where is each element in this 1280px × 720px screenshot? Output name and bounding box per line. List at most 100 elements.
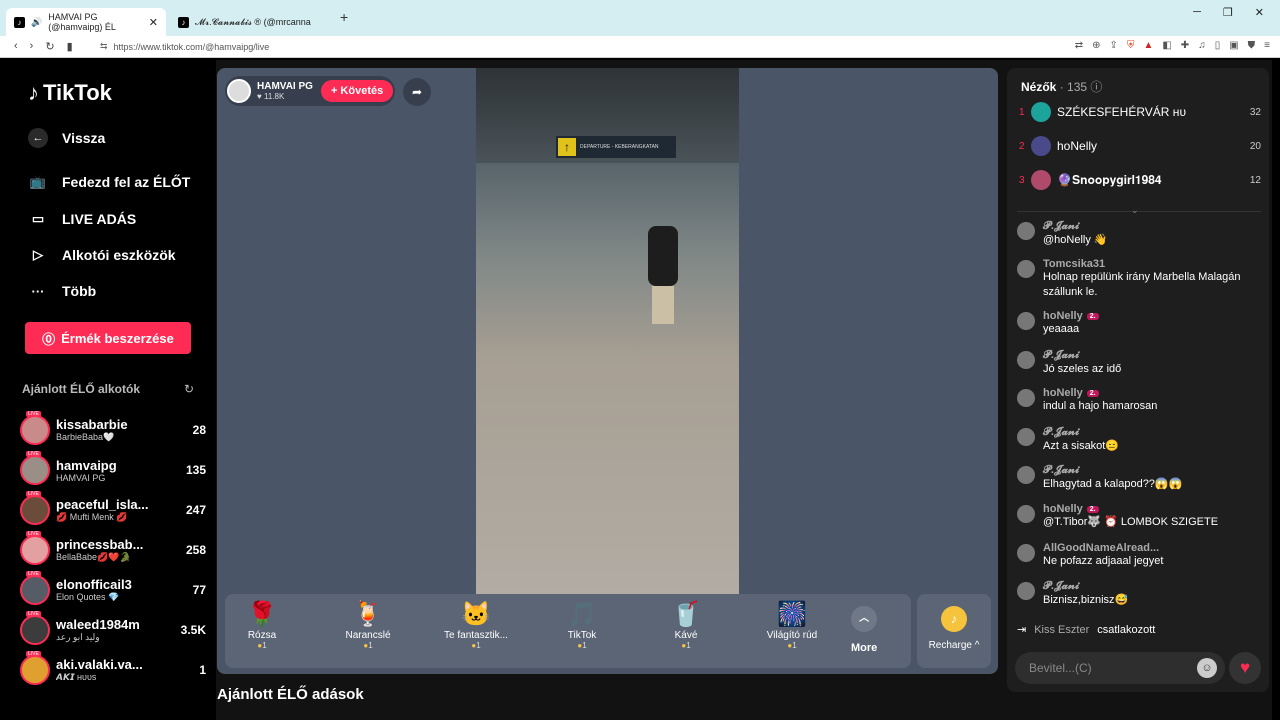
heart-icon[interactable]: ♥ — [1229, 652, 1261, 684]
chat-message: 𝓟.𝓙𝓪𝓷𝓲 Azt a sisakot😑 — [1017, 426, 1263, 454]
back-menu-item[interactable]: ← Vissza — [28, 128, 105, 148]
browser-tab[interactable]: ♪ 𝓜𝓻.𝓒𝓪𝓷𝓷𝓪𝓫𝓲𝓼 ® (@mrcanna — [170, 8, 330, 36]
message-author[interactable]: AllGoodNameAlread... — [1043, 542, 1159, 554]
chat-panel: Nézők · 135 ⓘ 1 SZÉKESFEHÉRVÁR ʜᴜ 32 2 ho… — [1007, 68, 1269, 692]
video-person-legs — [652, 286, 674, 324]
message-author[interactable]: 𝓟.𝓙𝓪𝓷𝓲 — [1043, 580, 1079, 593]
avatar[interactable] — [1017, 312, 1035, 330]
reload-icon[interactable]: ↻ — [45, 40, 54, 53]
host-info[interactable]: HAMVAI PG ♥ 11.8K + Követés — [225, 76, 396, 106]
gift-item[interactable]: 🌹 Rózsa ●1 — [217, 600, 307, 650]
creator-item[interactable]: LIVE kissabarbie BarbieBaba🤍 28 — [20, 411, 206, 448]
message-author[interactable]: 𝓟.𝓙𝓪𝓷𝓲 — [1043, 220, 1079, 233]
menu-icon[interactable]: ≡ — [1264, 40, 1270, 51]
share-icon[interactable]: ➦ — [403, 78, 431, 106]
extension-icon[interactable]: ◧ — [1162, 40, 1171, 51]
live-player[interactable]: DEPARTURE - KEBERANGKATAN ↑ HAMVAI PG ♥ … — [217, 68, 998, 674]
info-icon[interactable]: ⓘ — [1090, 80, 1102, 94]
creator-name: waleed1984m — [56, 617, 140, 632]
avatar[interactable] — [1017, 582, 1035, 600]
vpn-icon[interactable]: ⛊ — [1248, 40, 1256, 51]
viewers-label: Nézők — [1021, 80, 1057, 94]
refresh-icon[interactable]: ↻ — [184, 382, 194, 396]
avatar[interactable] — [1017, 466, 1035, 484]
avatar[interactable] — [1017, 428, 1035, 446]
restore-icon[interactable]: ❐ — [1223, 6, 1233, 19]
site-settings-icon[interactable]: ⇆ — [100, 41, 108, 52]
avatar[interactable] — [1017, 544, 1035, 562]
creator-item[interactable]: LIVE peaceful_isla... 💋 Mufti Menk 💋 247 — [20, 491, 206, 528]
viewers-header[interactable]: Nézők · 135 ⓘ — [1021, 78, 1102, 95]
tiktok-logo[interactable]: ♪ TikTok — [28, 80, 112, 106]
gift-item[interactable]: 🐱 Te fantasztik... ●1 — [431, 600, 521, 650]
top-viewer-row[interactable]: 2 hoNelly 20 — [1019, 134, 1261, 158]
fan-badge: 2. — [1086, 505, 1099, 513]
close-tab-icon[interactable]: ✕ — [149, 16, 158, 29]
creator-tools-menu-item[interactable]: ▷ Alkotói eszközök — [28, 245, 176, 265]
translate-icon[interactable]: ⇄ — [1075, 40, 1083, 51]
live-video[interactable]: DEPARTURE - KEBERANGKATAN ↑ — [476, 68, 739, 598]
creator-subtitle: BarbieBaba🤍 — [56, 432, 115, 442]
share-icon[interactable]: ⇪ — [1110, 40, 1118, 51]
wallet-icon[interactable]: ▣ — [1229, 40, 1238, 51]
gift-item[interactable]: 🍹 Narancslé ●1 — [323, 600, 413, 650]
creator-item[interactable]: LIVE waleed1984m وليد ابو رعد 3.5K — [20, 611, 206, 648]
triangle-icon[interactable]: ▲ — [1143, 40, 1153, 51]
avatar[interactable] — [1017, 351, 1035, 369]
message-author[interactable]: hoNelly — [1043, 387, 1083, 399]
get-coins-button[interactable]: ⓪ Érmék beszerzése — [25, 322, 191, 354]
gift-item[interactable]: 🎆 Világító rúd ●1 — [747, 600, 837, 650]
tiktok-note-icon: ♪ — [28, 80, 39, 105]
puzzle-icon[interactable]: ✚ — [1181, 40, 1189, 51]
more-gifts-button[interactable]: ︿ More — [851, 606, 877, 654]
message-author[interactable]: 𝓟.𝓙𝓪𝓷𝓲 — [1043, 464, 1079, 477]
music-icon[interactable]: ♫ — [1198, 40, 1206, 51]
message-text: Biznisz,biznisz😅 — [1043, 594, 1129, 606]
gift-item[interactable]: 🎵 TikTok ●1 — [537, 600, 627, 650]
shield-icon[interactable]: ⛨ — [1127, 40, 1135, 51]
avatar[interactable] — [1017, 505, 1035, 523]
back-icon[interactable]: ‹ — [14, 40, 18, 53]
chevron-down-icon[interactable]: ⌄ — [1131, 205, 1139, 216]
url-field[interactable]: https://www.tiktok.com/@hamvaipg/live — [114, 42, 270, 52]
avatar[interactable] — [1017, 222, 1035, 240]
message-author[interactable]: hoNelly — [1043, 503, 1083, 515]
zoom-icon[interactable]: ⊕ — [1092, 40, 1100, 51]
message-author[interactable]: Tomcsika31 — [1043, 258, 1105, 270]
gift-price: ●1 — [431, 641, 521, 650]
follow-button[interactable]: + Követés — [320, 80, 394, 102]
host-avatar[interactable] — [227, 79, 251, 103]
message-author[interactable]: 𝓟.𝓙𝓪𝓷𝓲 — [1043, 426, 1079, 439]
browser-tab-active[interactable]: ♪ 🔊 HAMVAI PG (@hamvaipg) ÉL ✕ — [6, 8, 166, 36]
minimize-icon[interactable]: ─ — [1193, 6, 1201, 19]
gift-name: Narancslé — [345, 630, 391, 641]
gift-name: Te fantasztik... — [444, 630, 508, 641]
chat-input[interactable]: Bevitel...(C) — [1015, 652, 1225, 684]
logo-text: TikTok — [43, 80, 112, 105]
emoji-icon[interactable]: ☺ — [1197, 658, 1217, 678]
bookmark-icon[interactable]: ▮ — [67, 40, 73, 53]
avatar[interactable] — [1017, 389, 1035, 407]
creator-item[interactable]: LIVE aki.valaki.va... 𝘼𝙆𝙄 ʜᴜᴜs 1 — [20, 651, 206, 688]
join-name[interactable]: Kiss Eszter — [1034, 624, 1089, 636]
more-menu-item[interactable]: ··· Több — [28, 281, 97, 301]
sidebar-icon[interactable]: ▯ — [1215, 40, 1221, 51]
go-live-menu-item[interactable]: ▭ LIVE ADÁS — [28, 209, 136, 229]
creator-subtitle: وليد ابو رعد — [56, 632, 100, 642]
creator-item[interactable]: LIVE elonofficail3 Elon Quotes 💎 77 — [20, 571, 206, 608]
message-author[interactable]: 𝓟.𝓙𝓪𝓷𝓲 — [1043, 349, 1079, 362]
sidebar: ♪ TikTok ← Vissza 📺 Fedezd fel az ÉLŐT ▭… — [8, 60, 216, 720]
top-viewer-row[interactable]: 1 SZÉKESFEHÉRVÁR ʜᴜ 32 — [1019, 100, 1261, 124]
message-author[interactable]: hoNelly — [1043, 310, 1083, 322]
close-window-icon[interactable]: ✕ — [1255, 6, 1264, 19]
new-tab-button[interactable]: + — [340, 9, 348, 25]
message-text: yeaaaa — [1043, 323, 1080, 335]
recharge-button[interactable]: ♪ Recharge ^ — [917, 594, 991, 668]
explore-live-menu-item[interactable]: 📺 Fedezd fel az ÉLŐT — [28, 172, 190, 192]
avatar[interactable] — [1017, 260, 1035, 278]
creator-item[interactable]: LIVE princessbab... BellaBabe💋❤️🐊 258 — [20, 531, 206, 568]
creator-item[interactable]: LIVE hamvaipg HAMVAI PG 135 — [20, 451, 206, 488]
top-viewer-row[interactable]: 3 🔮𝐒𝐧𝐨𝐨𝐩𝐲𝐠𝐢𝐫𝐥𝟏𝟗𝟖𝟒 12 — [1019, 168, 1261, 192]
gift-item[interactable]: 🥤 Kávé ●1 — [641, 600, 731, 650]
forward-icon[interactable]: › — [30, 40, 34, 53]
